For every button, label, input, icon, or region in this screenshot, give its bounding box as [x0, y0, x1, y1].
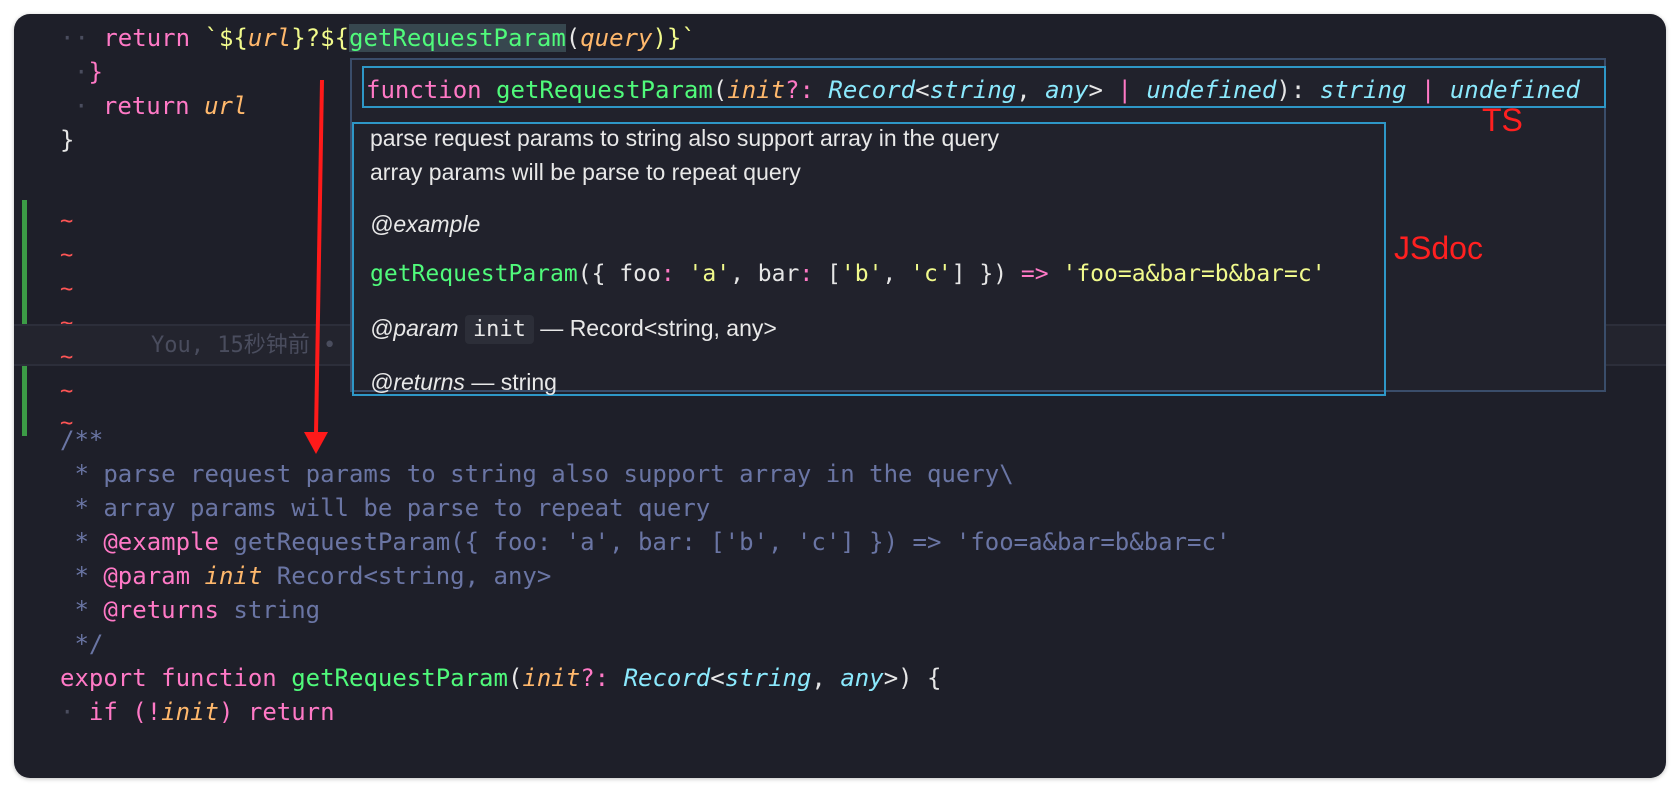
hover-signature: function getRequestParam(init?: Record<s… — [366, 76, 1580, 104]
hover-description-line: parse request params to string also supp… — [370, 125, 999, 151]
ts-annotation-label: TS — [1482, 102, 1523, 138]
hover-param-line: @param init — Record<string, any> — [370, 315, 777, 344]
hover-example-code: getRequestParam({ foo: 'a', bar: ['b', '… — [370, 261, 1326, 287]
jsdoc-annotation-label: JSdoc — [1394, 230, 1483, 266]
hover-returns-line: @returns — string — [370, 369, 557, 395]
hover-example-tag: @example — [370, 211, 481, 237]
hover-description-line: array params will be parse to repeat que… — [370, 159, 801, 185]
